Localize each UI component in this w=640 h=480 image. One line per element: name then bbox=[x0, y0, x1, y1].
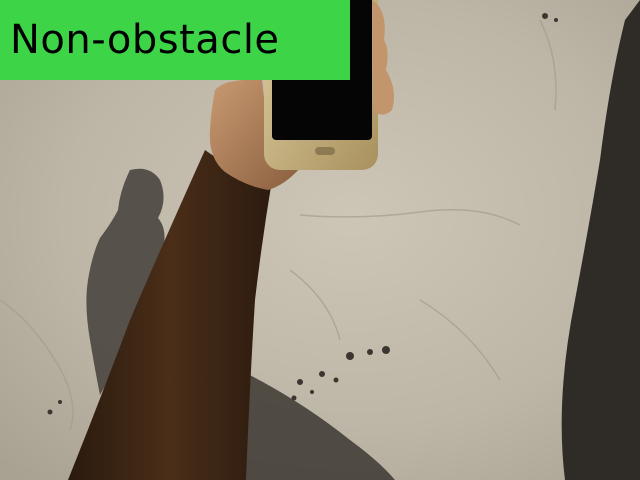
photo-scene: Non-obstacle bbox=[0, 0, 640, 480]
phone-home-button bbox=[315, 147, 335, 155]
classification-label: Non-obstacle bbox=[10, 17, 280, 63]
classification-label-box: Non-obstacle bbox=[0, 0, 350, 80]
